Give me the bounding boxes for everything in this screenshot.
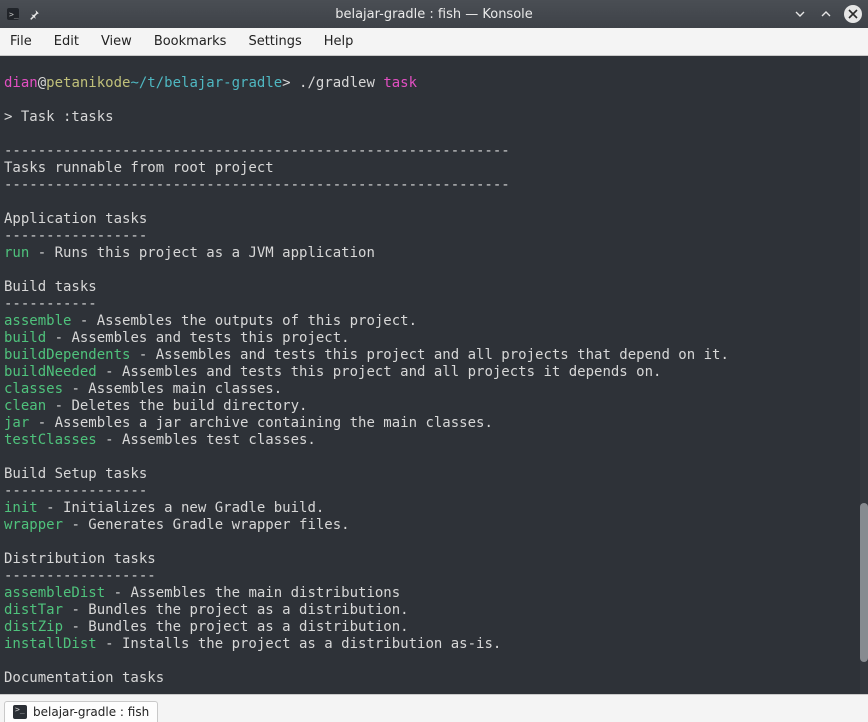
prompt-cmd: ./gradlew [299, 75, 383, 91]
task-buildDependents-desc: - Assembles and tests this project and a… [130, 347, 728, 363]
tab-bar: belajar-gradle : fish [0, 694, 868, 722]
task-installDist-desc: - Installs the project as a distribution… [97, 636, 502, 652]
menu-file[interactable]: File [10, 34, 32, 49]
out-dist-header: Distribution tasks [4, 551, 156, 567]
out-build-header: Build tasks [4, 279, 97, 295]
task-clean-desc: - Deletes the build directory. [46, 398, 307, 414]
tab-label: belajar-gradle : fish [33, 705, 149, 719]
menu-bar: File Edit View Bookmarks Settings Help [0, 28, 868, 56]
prompt-host: petanikode [46, 75, 130, 91]
task-assembleDist: assembleDist [4, 585, 105, 601]
task-assemble: assemble [4, 313, 71, 329]
app-menu-icon[interactable]: >_ [6, 7, 20, 21]
task-distZip-desc: - Bundles the project as a distribution. [63, 619, 409, 635]
window-buttons [792, 5, 862, 23]
task-clean: clean [4, 398, 46, 414]
terminal-viewport[interactable]: dian@petanikode~/t/belajar-gradle> ./gra… [0, 56, 868, 694]
task-wrapper: wrapper [4, 517, 63, 533]
task-distTar: distTar [4, 602, 63, 618]
out-app-rule: ----------------- [4, 228, 147, 244]
task-distTar-desc: - Bundles the project as a distribution. [63, 602, 409, 618]
out-build-rule: ----------- [4, 296, 97, 312]
task-classes-desc: - Assembles main classes. [63, 381, 282, 397]
out-dist-rule: ------------------ [4, 568, 156, 584]
out-rule2: ----------------------------------------… [4, 177, 510, 193]
task-installDist: installDist [4, 636, 97, 652]
task-jar-desc: - Assembles a jar archive containing the… [29, 415, 493, 431]
close-button[interactable] [844, 5, 862, 23]
scrollbar-thumb[interactable] [860, 503, 868, 663]
svg-text:>_: >_ [9, 10, 19, 19]
task-jar: jar [4, 415, 29, 431]
task-buildNeeded: buildNeeded [4, 364, 97, 380]
out-rule1: ----------------------------------------… [4, 143, 510, 159]
terminal-scrollbar[interactable] [860, 56, 868, 694]
task-buildDependents: buildDependents [4, 347, 130, 363]
task-classes: classes [4, 381, 63, 397]
task-init-desc: - Initializes a new Gradle build. [38, 500, 325, 516]
prompt-at: @ [38, 75, 46, 91]
prompt-user: dian [4, 75, 38, 91]
out-task-header: > Task :tasks [4, 109, 114, 125]
task-distZip: distZip [4, 619, 63, 635]
window-titlebar: >_ belajar-gradle : fish — Konsole [0, 0, 868, 28]
tab-active[interactable]: belajar-gradle : fish [4, 701, 158, 722]
menu-settings[interactable]: Settings [248, 34, 301, 49]
task-testClasses-desc: - Assembles test classes. [97, 432, 316, 448]
prompt-path: ~/t/belajar-gradle [130, 75, 282, 91]
menu-view[interactable]: View [101, 34, 132, 49]
task-wrapper-desc: - Generates Gradle wrapper files. [63, 517, 350, 533]
task-testClasses: testClasses [4, 432, 97, 448]
task-build-desc: - Assembles and tests this project. [46, 330, 349, 346]
pin-icon[interactable] [28, 8, 41, 21]
menu-help[interactable]: Help [324, 34, 354, 49]
terminal-icon [13, 705, 27, 719]
minimize-button[interactable] [792, 6, 808, 22]
prompt-caret: > [282, 75, 299, 91]
out-app-header: Application tasks [4, 211, 147, 227]
out-bsetup-rule: ----------------- [4, 483, 147, 499]
maximize-button[interactable] [818, 6, 834, 22]
titlebar-left-icons: >_ [6, 7, 41, 21]
task-buildNeeded-desc: - Assembles and tests this project and a… [97, 364, 662, 380]
menu-edit[interactable]: Edit [54, 34, 79, 49]
menu-bookmarks[interactable]: Bookmarks [154, 34, 227, 49]
prompt-cmd-arg: task [383, 75, 417, 91]
task-build: build [4, 330, 46, 346]
out-doc-rule: ------------------- [4, 687, 164, 694]
task-assemble-desc: - Assembles the outputs of this project. [71, 313, 417, 329]
task-init: init [4, 500, 38, 516]
out-root-line: Tasks runnable from root project [4, 160, 274, 176]
task-assembleDist-desc: - Assembles the main distributions [105, 585, 400, 601]
out-bsetup-header: Build Setup tasks [4, 466, 147, 482]
out-doc-header: Documentation tasks [4, 670, 164, 686]
task-run-desc: - Runs this project as a JVM application [29, 245, 375, 261]
window-title: belajar-gradle : fish — Konsole [0, 7, 868, 22]
task-run: run [4, 245, 29, 261]
